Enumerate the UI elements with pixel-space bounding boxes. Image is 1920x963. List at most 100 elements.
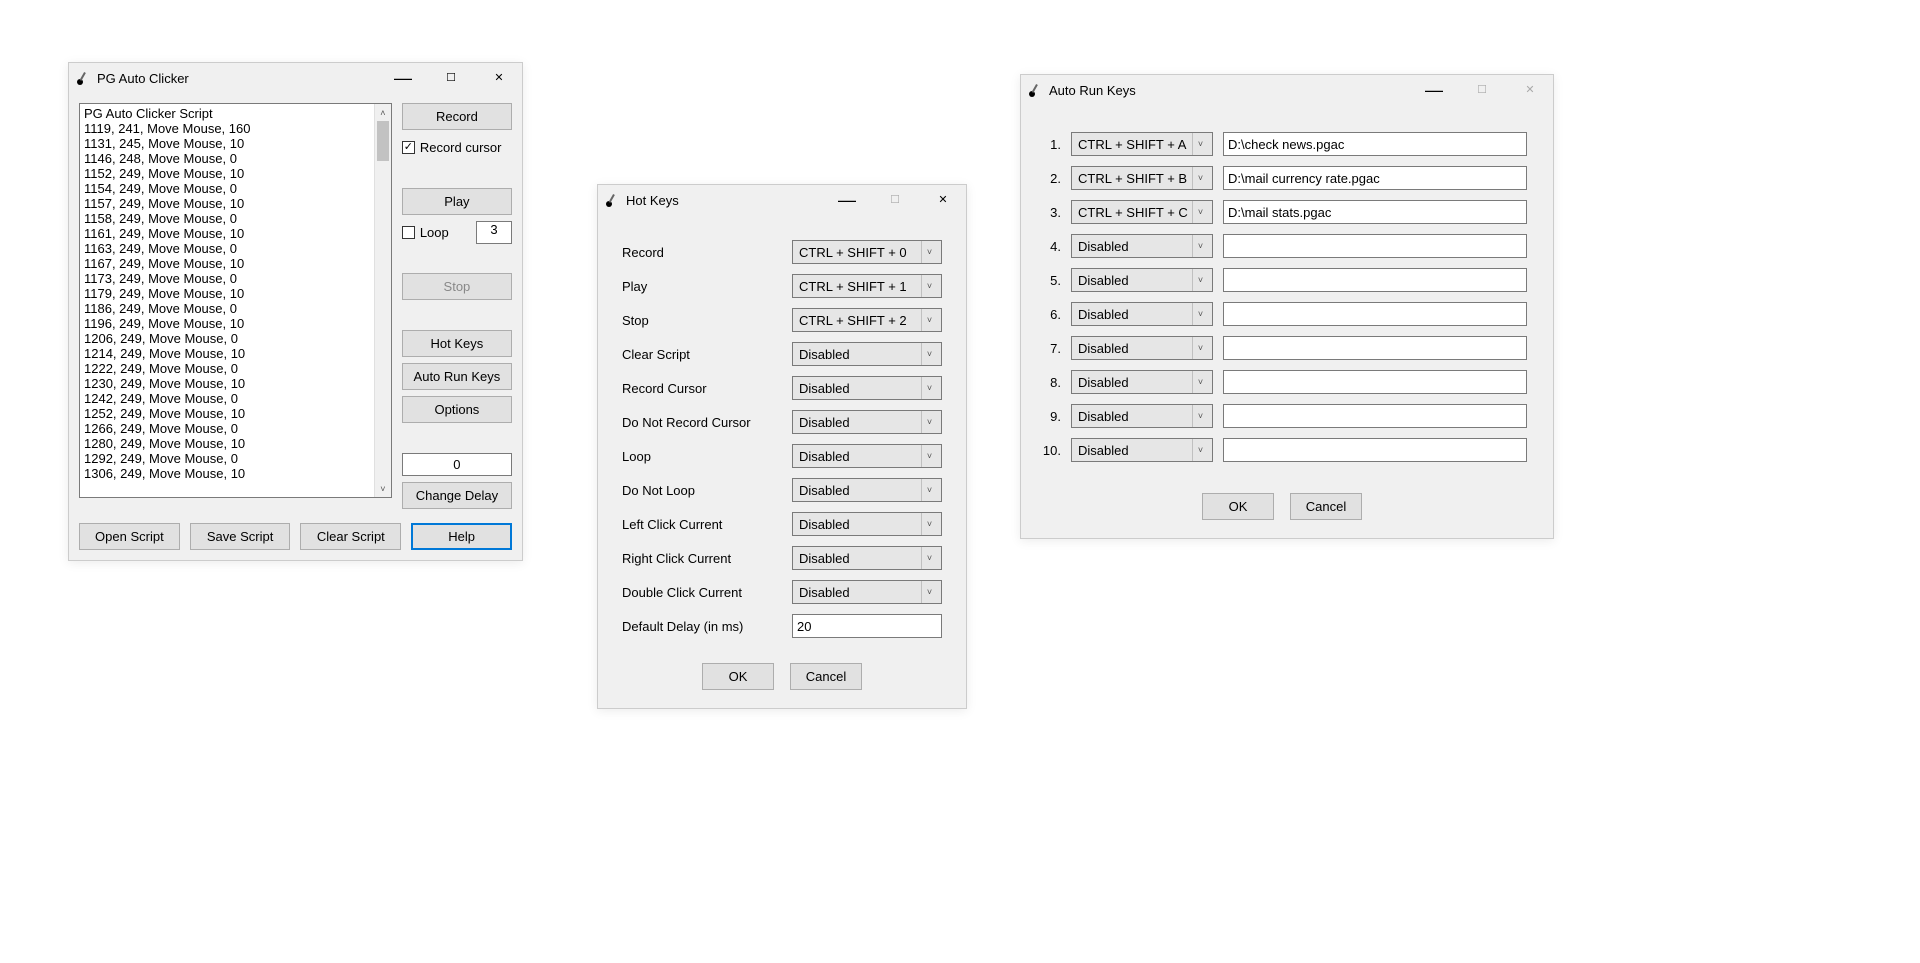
script-line[interactable]: 1306, 249, Move Mouse, 10	[84, 466, 387, 481]
autorun-key-select[interactable]: Disabled˅	[1071, 234, 1213, 258]
save-script-button[interactable]: Save Script	[190, 523, 291, 550]
chevron-down-icon[interactable]: ˅	[921, 547, 937, 569]
chevron-down-icon[interactable]: ˅	[921, 377, 937, 399]
hotkeys-ok-button[interactable]: OK	[702, 663, 774, 690]
hotkey-select[interactable]: CTRL + SHIFT + 2˅	[792, 308, 942, 332]
minimize-icon[interactable]: ―	[830, 189, 864, 211]
autorun-key-select[interactable]: Disabled˅	[1071, 302, 1213, 326]
hotkey-select[interactable]: Disabled˅	[792, 546, 942, 570]
autorun-ok-button[interactable]: OK	[1202, 493, 1274, 520]
close-icon[interactable]: ✕	[926, 189, 960, 211]
autorun-path-input[interactable]	[1223, 336, 1527, 360]
autorun-key-select[interactable]: CTRL + SHIFT + B˅	[1071, 166, 1213, 190]
record-cursor-checkbox[interactable]: ✓	[402, 141, 415, 154]
chevron-down-icon[interactable]: ˅	[1192, 371, 1208, 393]
script-line[interactable]: 1242, 249, Move Mouse, 0	[84, 391, 387, 406]
chevron-down-icon[interactable]: ˅	[1192, 201, 1208, 223]
script-line[interactable]: 1266, 249, Move Mouse, 0	[84, 421, 387, 436]
chevron-down-icon[interactable]: ˅	[1192, 269, 1208, 291]
script-line[interactable]: 1154, 249, Move Mouse, 0	[84, 181, 387, 196]
autorun-key-select[interactable]: Disabled˅	[1071, 404, 1213, 428]
record-button[interactable]: Record	[402, 103, 512, 130]
script-line[interactable]: 1146, 248, Move Mouse, 0	[84, 151, 387, 166]
open-script-button[interactable]: Open Script	[79, 523, 180, 550]
chevron-down-icon[interactable]: ˅	[921, 309, 937, 331]
scroll-down-icon[interactable]: ˅	[375, 480, 391, 497]
hotkey-select[interactable]: Disabled˅	[792, 342, 942, 366]
autorun-path-input[interactable]: D:\check news.pgac	[1223, 132, 1527, 156]
autorun-key-select[interactable]: Disabled˅	[1071, 370, 1213, 394]
chevron-down-icon[interactable]: ˅	[1192, 303, 1208, 325]
script-line[interactable]: 1163, 249, Move Mouse, 0	[84, 241, 387, 256]
autorun-path-input[interactable]	[1223, 302, 1527, 326]
autorun-path-input[interactable]	[1223, 370, 1527, 394]
delay-input[interactable]: 0	[402, 453, 512, 476]
autorunkeys-button[interactable]: Auto Run Keys	[402, 363, 512, 390]
script-line[interactable]: PG Auto Clicker Script	[84, 106, 387, 121]
change-delay-button[interactable]: Change Delay	[402, 482, 512, 509]
hotkeys-button[interactable]: Hot Keys	[402, 330, 512, 357]
autorun-path-input[interactable]	[1223, 268, 1527, 292]
hotkey-select[interactable]: Disabled˅	[792, 512, 942, 536]
chevron-down-icon[interactable]: ˅	[1192, 337, 1208, 359]
autorun-path-input[interactable]	[1223, 438, 1527, 462]
chevron-down-icon[interactable]: ˅	[1192, 405, 1208, 427]
play-button[interactable]: Play	[402, 188, 512, 215]
autorun-key-select[interactable]: Disabled˅	[1071, 438, 1213, 462]
script-line[interactable]: 1161, 249, Move Mouse, 10	[84, 226, 387, 241]
autorun-cancel-button[interactable]: Cancel	[1290, 493, 1362, 520]
script-line[interactable]: 1131, 245, Move Mouse, 10	[84, 136, 387, 151]
hotkeys-titlebar[interactable]: Hot Keys ― ☐ ✕	[598, 185, 966, 215]
hotkey-select[interactable]: Disabled˅	[792, 376, 942, 400]
chevron-down-icon[interactable]: ˅	[921, 581, 937, 603]
minimize-icon[interactable]: ―	[386, 67, 420, 89]
chevron-down-icon[interactable]: ˅	[921, 445, 937, 467]
autorun-path-input[interactable]: D:\mail currency rate.pgac	[1223, 166, 1527, 190]
script-line[interactable]: 1292, 249, Move Mouse, 0	[84, 451, 387, 466]
script-line[interactable]: 1158, 249, Move Mouse, 0	[84, 211, 387, 226]
scroll-thumb[interactable]	[377, 121, 389, 161]
autorun-titlebar[interactable]: Auto Run Keys ― ☐ ✕	[1021, 75, 1553, 105]
script-line[interactable]: 1119, 241, Move Mouse, 160	[84, 121, 387, 136]
autorun-key-select[interactable]: Disabled˅	[1071, 336, 1213, 360]
script-line[interactable]: 1280, 249, Move Mouse, 10	[84, 436, 387, 451]
hotkey-select[interactable]: CTRL + SHIFT + 1˅	[792, 274, 942, 298]
hotkey-select[interactable]: Disabled˅	[792, 444, 942, 468]
default-delay-input[interactable]: 20	[792, 614, 942, 638]
hotkey-select[interactable]: CTRL + SHIFT + 0˅	[792, 240, 942, 264]
chevron-down-icon[interactable]: ˅	[921, 479, 937, 501]
script-line[interactable]: 1252, 249, Move Mouse, 10	[84, 406, 387, 421]
hotkey-select[interactable]: Disabled˅	[792, 478, 942, 502]
autorun-key-select[interactable]: CTRL + SHIFT + C˅	[1071, 200, 1213, 224]
minimize-icon[interactable]: ―	[1417, 79, 1451, 101]
loop-count-input[interactable]: 3	[476, 221, 512, 244]
script-line[interactable]: 1157, 249, Move Mouse, 10	[84, 196, 387, 211]
script-line[interactable]: 1167, 249, Move Mouse, 10	[84, 256, 387, 271]
script-line[interactable]: 1173, 249, Move Mouse, 0	[84, 271, 387, 286]
chevron-down-icon[interactable]: ˅	[921, 241, 937, 263]
autorun-path-input[interactable]	[1223, 234, 1527, 258]
close-icon[interactable]: ✕	[482, 67, 516, 89]
scroll-up-icon[interactable]: ˄	[375, 104, 391, 121]
script-line[interactable]: 1196, 249, Move Mouse, 10	[84, 316, 387, 331]
chevron-down-icon[interactable]: ˅	[1192, 439, 1208, 461]
script-line[interactable]: 1214, 249, Move Mouse, 10	[84, 346, 387, 361]
autorun-key-select[interactable]: CTRL + SHIFT + A˅	[1071, 132, 1213, 156]
hotkey-select[interactable]: Disabled˅	[792, 580, 942, 604]
script-line[interactable]: 1222, 249, Move Mouse, 0	[84, 361, 387, 376]
scrollbar[interactable]: ˄ ˅	[374, 104, 391, 497]
script-line[interactable]: 1152, 249, Move Mouse, 10	[84, 166, 387, 181]
chevron-down-icon[interactable]: ˅	[1192, 167, 1208, 189]
autorun-key-select[interactable]: Disabled˅	[1071, 268, 1213, 292]
options-button[interactable]: Options	[402, 396, 512, 423]
chevron-down-icon[interactable]: ˅	[1192, 235, 1208, 257]
loop-checkbox[interactable]	[402, 226, 415, 239]
chevron-down-icon[interactable]: ˅	[921, 411, 937, 433]
main-titlebar[interactable]: PG Auto Clicker ― ☐ ✕	[69, 63, 522, 93]
hotkeys-cancel-button[interactable]: Cancel	[790, 663, 862, 690]
clear-script-button[interactable]: Clear Script	[300, 523, 401, 550]
script-line[interactable]: 1206, 249, Move Mouse, 0	[84, 331, 387, 346]
maximize-icon[interactable]: ☐	[434, 67, 468, 89]
chevron-down-icon[interactable]: ˅	[921, 513, 937, 535]
chevron-down-icon[interactable]: ˅	[921, 275, 937, 297]
